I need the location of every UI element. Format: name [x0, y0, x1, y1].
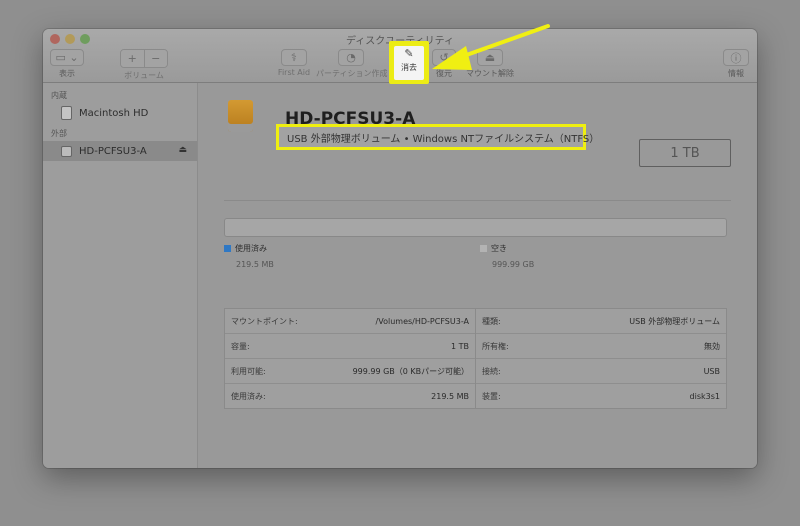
- unmount-label: マウント解除: [466, 69, 514, 78]
- external-drive-icon: [228, 100, 253, 132]
- disk-subtitle-highlight: USB 外部物理ボリューム • Windows NTファイルシステム（NTFS）: [276, 124, 599, 150]
- sidebar-item-macintosh-hd[interactable]: Macintosh HD: [43, 103, 197, 123]
- sidebar-item-label: Macintosh HD: [79, 107, 149, 119]
- erase-label: 消去: [401, 63, 417, 72]
- disk-subtitle: USB 外部物理ボリューム • Windows NTファイルシステム（NTFS）: [287, 133, 600, 145]
- info-key: 利用可能:: [231, 366, 266, 376]
- info-row: 接続: USB: [476, 359, 726, 384]
- info-value: USB: [703, 366, 720, 376]
- erase-button[interactable]: ✎ 消去: [389, 41, 429, 84]
- view-label: 表示: [59, 69, 75, 78]
- info-icon: ⓘ: [723, 49, 749, 66]
- info-row: 種類: USB 外部物理ボリューム: [476, 309, 726, 334]
- capacity-badge: 1 TB: [639, 139, 731, 167]
- used-legend: 使用済み 219.5 MB: [224, 243, 274, 269]
- used-label: 使用済み: [235, 244, 267, 253]
- info-column-right: 種類: USB 外部物理ボリューム 所有権: 無効 接続: USB 装置: disk3s…: [475, 309, 726, 408]
- sidebar-header-internal: 内蔵: [51, 91, 67, 100]
- volume-segment[interactable]: + −: [120, 49, 168, 68]
- view-button[interactable]: ▭ ⌄ 表示: [49, 49, 85, 79]
- info-row: マウントポイント: /Volumes/HD-PCFSU3-A: [225, 309, 475, 334]
- used-value: 219.5 MB: [236, 260, 274, 269]
- info-key: 装置:: [482, 391, 501, 401]
- divider: [224, 200, 731, 201]
- info-row: 装置: disk3s1: [476, 384, 726, 408]
- erase-button-inner[interactable]: ✎ 消去: [394, 46, 424, 80]
- stethoscope-icon: ⚕: [281, 49, 307, 66]
- sidebar-header-external: 外部: [51, 129, 67, 138]
- info-value: 219.5 MB: [431, 391, 469, 401]
- free-legend: 空き 999.99 GB: [480, 243, 534, 269]
- partition-label: パーティション作成: [316, 69, 388, 78]
- info-key: 容量:: [231, 341, 250, 351]
- restore-icon: ↺: [432, 49, 456, 66]
- sidebar-item-hd-pcfsu3-a[interactable]: HD-PCFSU3-A ⏏: [43, 141, 197, 161]
- external-disk-icon: [61, 145, 72, 157]
- usage-bar: [224, 218, 727, 237]
- free-label: 空き: [491, 244, 507, 253]
- info-row: 容量: 1 TB: [225, 334, 475, 359]
- info-button[interactable]: ⓘ 情報: [722, 49, 750, 79]
- info-value: 1 TB: [450, 341, 469, 351]
- info-value: disk3s1: [689, 391, 720, 401]
- info-value: 無効: [704, 341, 720, 351]
- add-volume-icon[interactable]: +: [121, 50, 144, 67]
- info-value: USB 外部物理ボリューム: [629, 316, 720, 326]
- internal-disk-icon: [61, 106, 72, 120]
- info-row: 利用可能: 999.99 GB（0 KBパージ可能）: [225, 359, 475, 384]
- eject-icon: ⏏: [477, 49, 503, 66]
- unmount-button[interactable]: ⏏ マウント解除: [464, 49, 516, 79]
- restore-label: 復元: [436, 69, 452, 78]
- volume-label: ボリューム: [124, 71, 164, 80]
- eject-icon[interactable]: ⏏: [178, 145, 187, 155]
- info-column-left: マウントポイント: /Volumes/HD-PCFSU3-A 容量: 1 TB 利用…: [225, 309, 475, 408]
- info-key: マウントポイント:: [231, 316, 298, 326]
- remove-volume-icon[interactable]: −: [143, 50, 167, 67]
- erase-icon: ✎: [404, 47, 414, 60]
- free-swatch: [480, 245, 487, 252]
- info-table: マウントポイント: /Volumes/HD-PCFSU3-A 容量: 1 TB 利用…: [224, 308, 727, 409]
- info-value: 999.99 GB（0 KBパージ可能）: [352, 366, 469, 376]
- volume-buttons[interactable]: + − ボリューム: [120, 49, 168, 81]
- free-value: 999.99 GB: [492, 260, 535, 269]
- info-key: 種類:: [482, 316, 501, 326]
- info-key: 接続:: [482, 366, 501, 376]
- sidebar-icon: ▭ ⌄: [50, 49, 84, 66]
- disk-utility-window: ディスクユーティリティ ▭ ⌄ 表示 + − ボリューム ⚕ First Aid…: [43, 29, 757, 468]
- used-swatch: [224, 245, 231, 252]
- sidebar: 内蔵 Macintosh HD 外部 HD-PCFSU3-A ⏏: [43, 83, 198, 468]
- info-label: 情報: [728, 69, 744, 78]
- info-row: 使用済み: 219.5 MB: [225, 384, 475, 408]
- sidebar-item-label: HD-PCFSU3-A: [79, 145, 147, 157]
- info-key: 所有権:: [482, 341, 509, 351]
- partition-icon: ◔: [338, 49, 364, 66]
- restore-button[interactable]: ↺ 復元: [431, 49, 457, 79]
- info-value: /Volumes/HD-PCFSU3-A: [375, 316, 469, 326]
- info-key: 使用済み:: [231, 391, 266, 401]
- first-aid-button[interactable]: ⚕ First Aid: [276, 49, 312, 77]
- info-row: 所有権: 無効: [476, 334, 726, 359]
- first-aid-label: First Aid: [277, 68, 311, 77]
- partition-button[interactable]: ◔ パーティション作成: [316, 49, 388, 79]
